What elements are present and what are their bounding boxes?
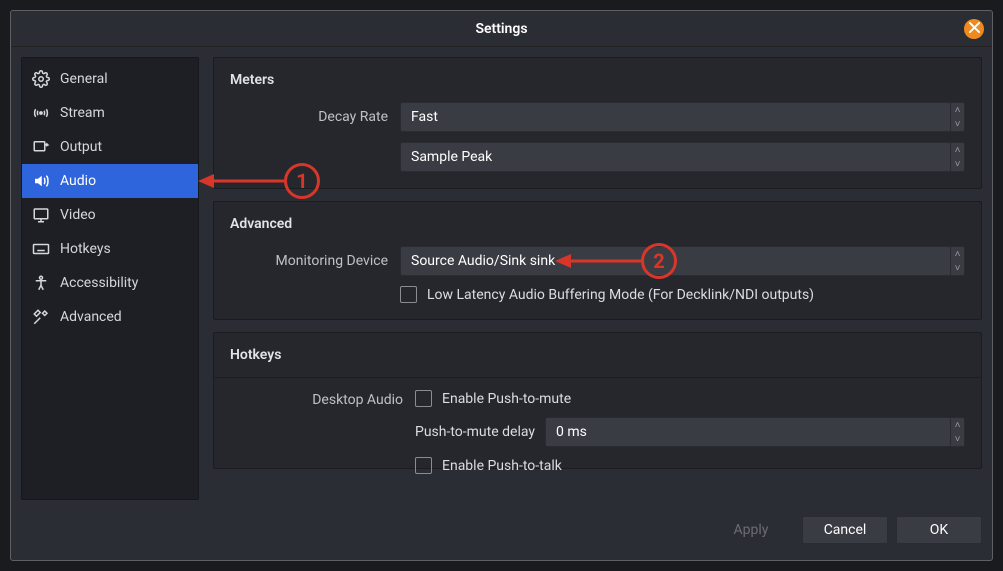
close-icon: [969, 21, 980, 37]
meters-panel: Meters Decay Rate Fast ˄˅: [213, 57, 982, 189]
sidebar-item-label: General: [60, 71, 108, 87]
low-latency-label: Low Latency Audio Buffering Mode (For De…: [427, 287, 814, 303]
decay-rate-select[interactable]: Fast ˄˅: [400, 102, 965, 132]
sidebar-item-label: Hotkeys: [60, 241, 111, 257]
output-icon: [32, 138, 50, 156]
checkbox-box: [415, 457, 432, 474]
checkbox-box: [415, 390, 432, 407]
apply-button: Apply: [708, 516, 794, 544]
spinner-icon: ˄˅: [950, 418, 964, 446]
sidebar-item-label: Stream: [60, 105, 105, 121]
ptm-delay-value: 0 ms: [556, 424, 587, 440]
low-latency-checkbox[interactable]: Low Latency Audio Buffering Mode (For De…: [400, 286, 965, 303]
sidebar-item-audio[interactable]: Audio: [22, 164, 198, 198]
settings-window: Settings General Stream: [10, 10, 993, 561]
window-title: Settings: [475, 21, 527, 37]
advanced-title: Advanced: [230, 216, 965, 232]
ptm-delay-input[interactable]: 0 ms ˄˅: [545, 417, 965, 447]
close-button[interactable]: [964, 19, 984, 39]
sidebar-item-hotkeys[interactable]: Hotkeys: [22, 232, 198, 266]
hotkeys-title: Hotkeys: [230, 347, 965, 363]
checkbox-box: [400, 286, 417, 303]
sidebar-item-label: Advanced: [60, 309, 122, 325]
decay-rate-value: Fast: [411, 109, 438, 125]
spinner-icon: ˄˅: [950, 143, 964, 171]
monitoring-device-label: Monitoring Device: [230, 253, 400, 269]
cancel-button[interactable]: Cancel: [802, 516, 888, 544]
sidebar-item-video[interactable]: Video: [22, 198, 198, 232]
gear-icon: [32, 70, 50, 88]
monitoring-device-select[interactable]: Source Audio/Sink sink ˄˅: [400, 246, 965, 276]
enable-push-to-mute-checkbox[interactable]: Enable Push-to-mute: [415, 390, 965, 407]
spinner-icon: ˄˅: [950, 103, 964, 131]
sidebar-item-output[interactable]: Output: [22, 130, 198, 164]
keyboard-icon: [32, 240, 50, 258]
accessibility-icon: [32, 274, 50, 292]
antenna-icon: [32, 104, 50, 122]
peak-mode-value: Sample Peak: [411, 149, 492, 165]
meters-title: Meters: [230, 72, 965, 88]
ok-button[interactable]: OK: [896, 516, 982, 544]
sidebar-item-label: Audio: [60, 173, 96, 189]
settings-content: Meters Decay Rate Fast ˄˅: [213, 57, 982, 500]
tools-icon: [32, 308, 50, 326]
hotkeys-panel: Hotkeys Desktop Audio Enable Push-to-mut…: [213, 332, 982, 469]
enable-ptm-label: Enable Push-to-mute: [442, 391, 571, 407]
speaker-icon: [32, 172, 50, 190]
enable-ptt-label: Enable Push-to-talk: [442, 458, 562, 474]
monitor-icon: [32, 206, 50, 224]
advanced-panel: Advanced Monitoring Device Source Audio/…: [213, 201, 982, 320]
sidebar-item-stream[interactable]: Stream: [22, 96, 198, 130]
sidebar-item-label: Output: [60, 139, 102, 155]
spinner-icon: ˄˅: [950, 247, 964, 275]
peak-mode-select[interactable]: Sample Peak ˄˅: [400, 142, 965, 172]
desktop-audio-label: Desktop Audio: [230, 390, 415, 408]
sidebar-item-label: Video: [60, 207, 96, 223]
titlebar: Settings: [11, 11, 992, 47]
sidebar-item-general[interactable]: General: [22, 62, 198, 96]
sidebar-item-accessibility[interactable]: Accessibility: [22, 266, 198, 300]
sidebar-item-label: Accessibility: [60, 275, 138, 291]
settings-sidebar: General Stream Output Audio: [21, 57, 199, 500]
sidebar-item-advanced[interactable]: Advanced: [22, 300, 198, 334]
dialog-footer: Apply Cancel OK: [11, 500, 992, 560]
enable-push-to-talk-checkbox[interactable]: Enable Push-to-talk: [415, 457, 965, 474]
monitoring-device-value: Source Audio/Sink sink: [411, 253, 555, 269]
decay-rate-label: Decay Rate: [230, 109, 400, 125]
ptm-delay-label: Push-to-mute delay: [415, 424, 535, 440]
